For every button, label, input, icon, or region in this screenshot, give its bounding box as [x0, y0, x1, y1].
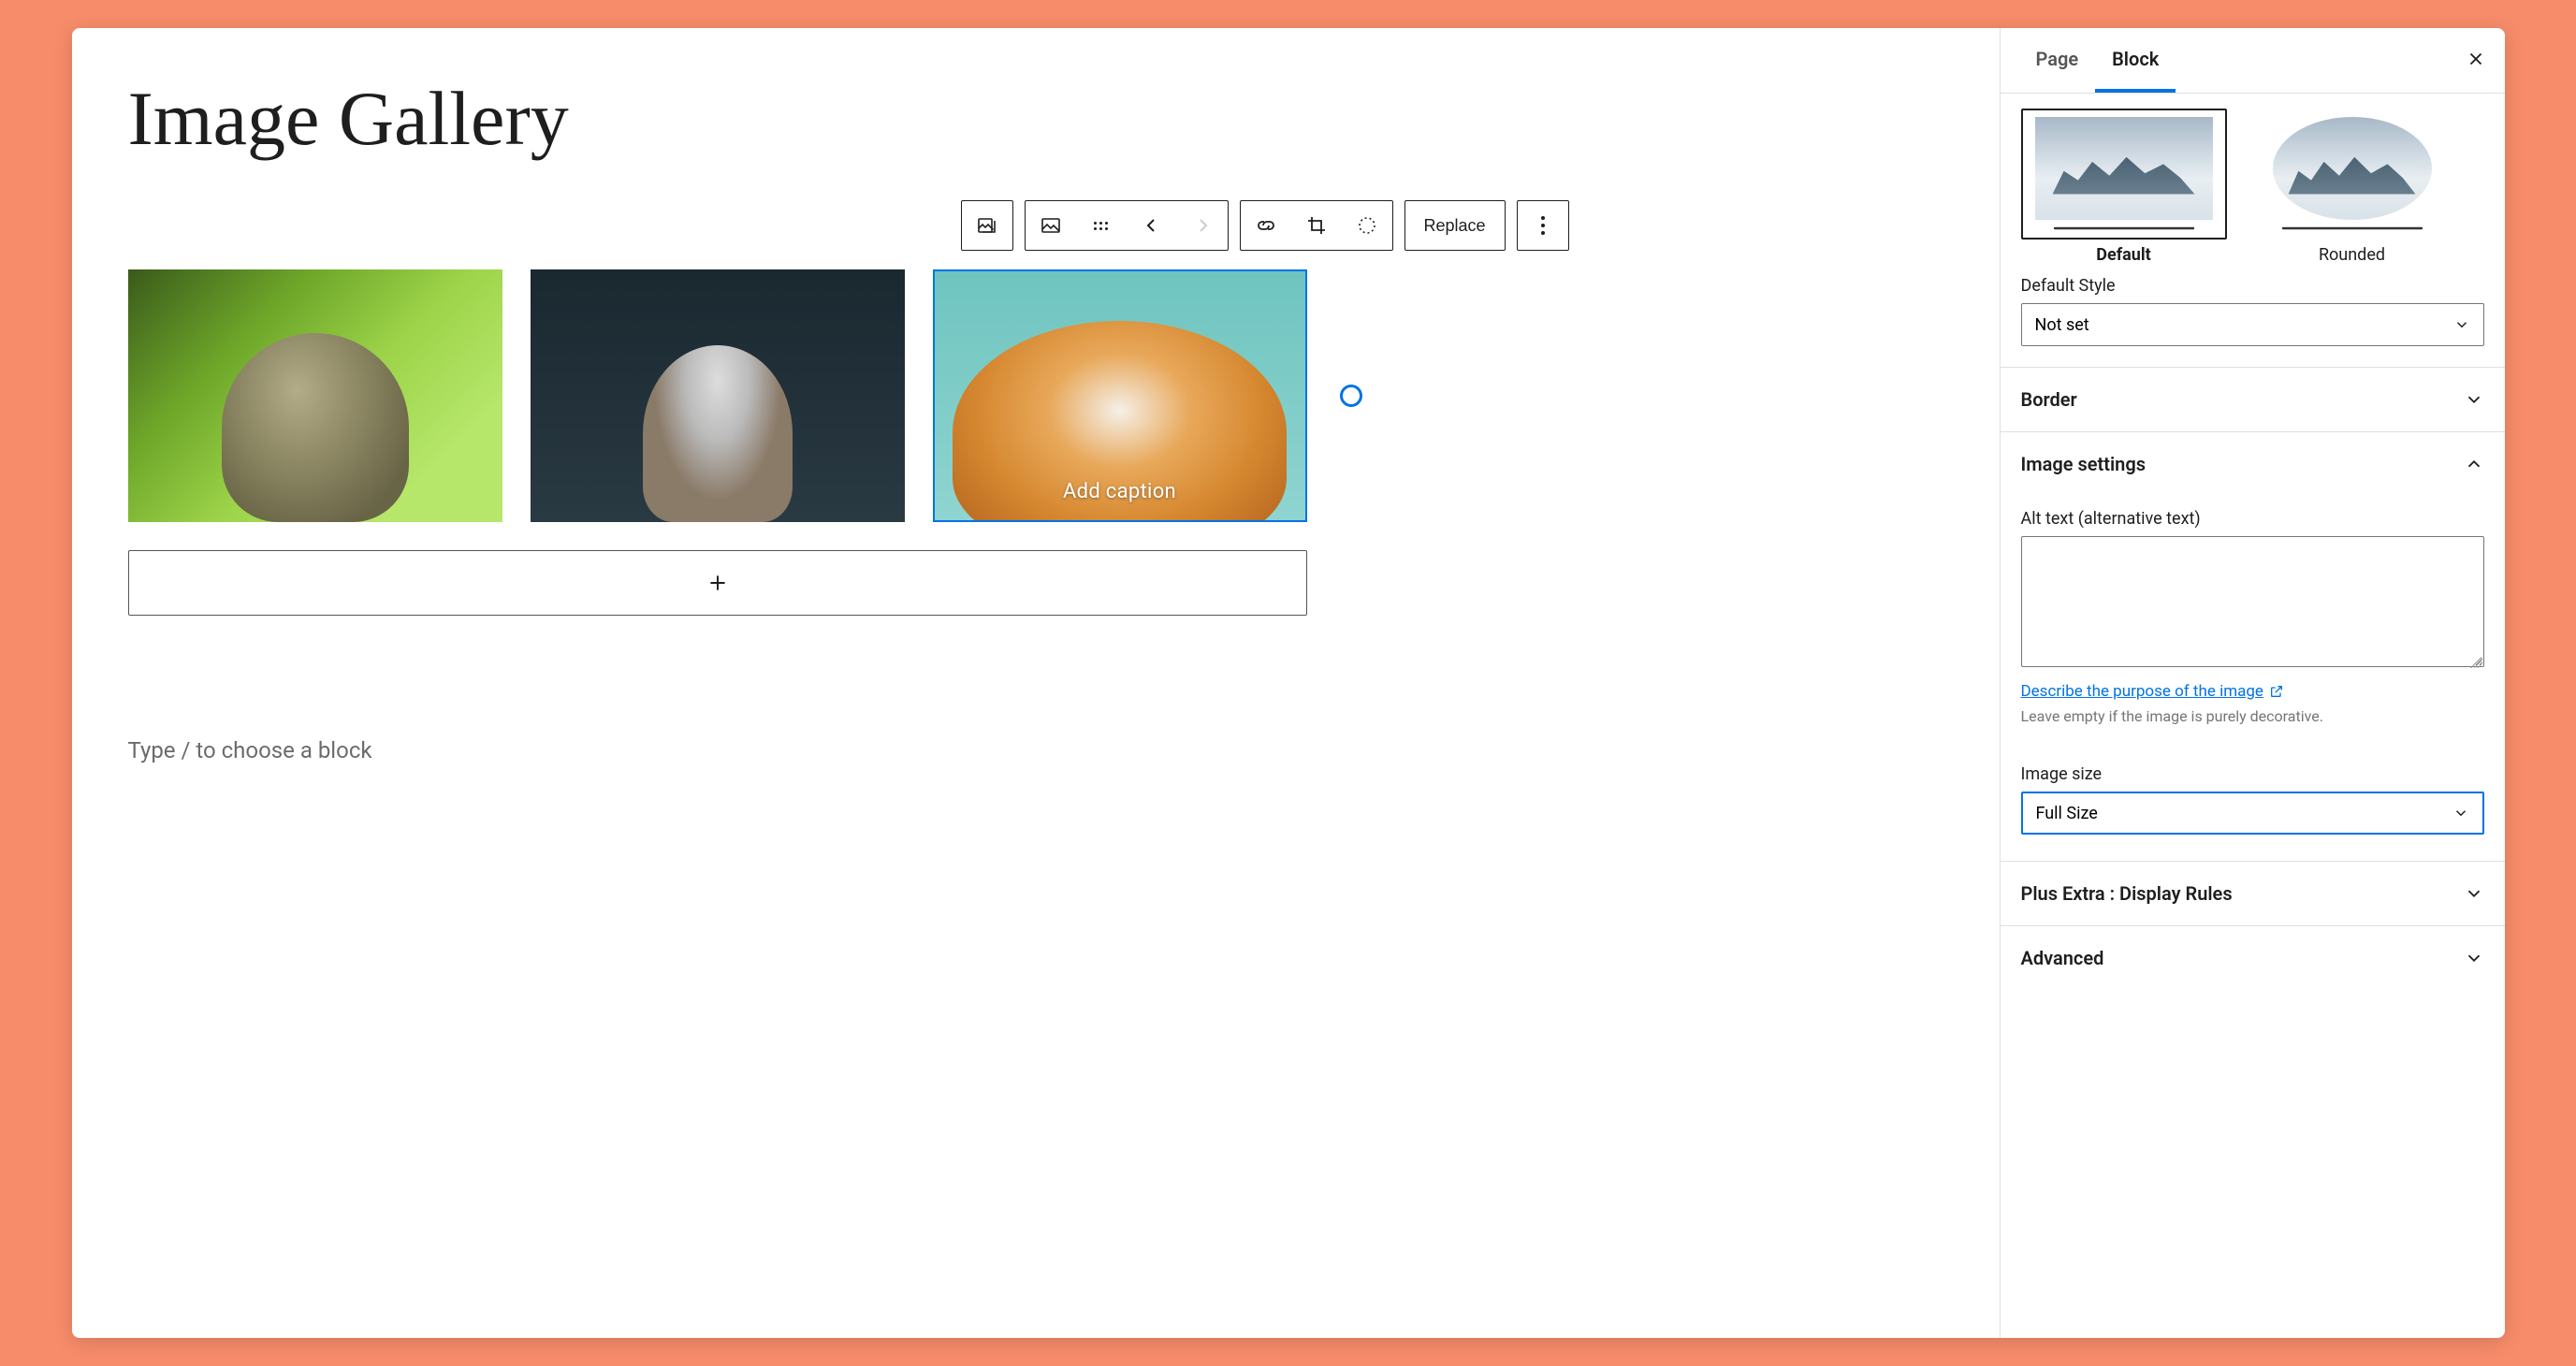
block-inserter-prompt[interactable]: Type / to choose a block — [128, 737, 1943, 763]
chevron-down-icon — [2464, 883, 2484, 904]
tab-block[interactable]: Block — [2095, 28, 2176, 93]
image-size-label: Image size — [2021, 764, 2484, 784]
plus-icon — [706, 571, 730, 595]
block-toolbar: Replace — [961, 200, 1943, 251]
drag-dots-icon — [1094, 222, 1108, 230]
link-button[interactable] — [1241, 201, 1291, 250]
toolbar-group-block — [961, 200, 1013, 251]
image-icon — [1040, 214, 1062, 237]
move-left-button[interactable] — [1127, 201, 1177, 250]
section-plus-extra-label: Plus Extra : Display Rules — [2021, 882, 2233, 905]
close-icon — [2466, 49, 2486, 69]
default-style-select[interactable]: Not set — [2021, 303, 2484, 346]
gallery-icon — [976, 214, 998, 237]
style-label-rounded: Rounded — [2249, 245, 2455, 265]
chevron-down-icon — [2464, 948, 2484, 968]
style-rounded[interactable]: Rounded — [2249, 109, 2455, 265]
image-placeholder — [222, 333, 409, 523]
chevron-left-icon — [1141, 214, 1163, 237]
chevron-down-icon — [2452, 805, 2469, 821]
toolbar-group-more — [1517, 200, 1569, 251]
move-right-button[interactable] — [1177, 201, 1228, 250]
gallery-image-2[interactable] — [531, 269, 905, 522]
caption-input[interactable]: Add caption — [935, 480, 1305, 503]
section-image-settings[interactable]: Image settings — [2001, 432, 2505, 496]
chevron-up-icon — [2464, 454, 2484, 474]
crop-button[interactable] — [1291, 201, 1342, 250]
image-size-select[interactable]: Full Size — [2021, 792, 2484, 835]
alt-text-helper: Leave empty if the image is purely decor… — [2021, 706, 2484, 727]
gallery-image-3-selected[interactable]: Add caption — [933, 269, 1307, 522]
styles-panel: Default Rounded Default Style Not set — [2001, 94, 2505, 368]
gallery-row: Add caption — [128, 269, 1943, 522]
image-placeholder — [643, 345, 793, 522]
editor-canvas[interactable]: Image Gallery — [72, 28, 2000, 1338]
crop-icon — [1305, 214, 1328, 237]
default-style-value: Not set — [2035, 315, 2089, 335]
page-title[interactable]: Image Gallery — [128, 75, 1943, 163]
style-options: Default Rounded — [2021, 105, 2484, 276]
section-border[interactable]: Border — [2001, 368, 2505, 432]
link-icon — [1255, 214, 1277, 237]
style-label-default: Default — [2021, 245, 2227, 265]
chevron-right-icon — [1191, 214, 1214, 237]
image-block-icon-button[interactable] — [1026, 201, 1076, 250]
chevron-down-icon — [2453, 316, 2470, 333]
section-plus-extra[interactable]: Plus Extra : Display Rules — [2001, 862, 2505, 926]
describe-image-link[interactable]: Describe the purpose of the image — [2021, 682, 2284, 701]
toolbar-group-replace: Replace — [1404, 200, 1506, 251]
alt-text-input[interactable] — [2021, 536, 2484, 667]
section-advanced[interactable]: Advanced — [2001, 926, 2505, 990]
add-image-button[interactable] — [128, 550, 1307, 616]
gallery-block-icon-button[interactable] — [962, 201, 1012, 250]
tab-page[interactable]: Page — [2019, 28, 2096, 93]
chevron-down-icon — [2464, 389, 2484, 410]
duotone-button[interactable] — [1342, 201, 1392, 250]
resize-handle[interactable] — [1340, 385, 1362, 407]
settings-sidebar: Page Block Default — [2000, 28, 2505, 1338]
gallery-image-1[interactable] — [128, 269, 502, 522]
default-style-label: Default Style — [2021, 276, 2484, 296]
style-default[interactable]: Default — [2021, 109, 2227, 265]
style-preview-default — [2021, 109, 2227, 240]
toolbar-group-actions — [1240, 200, 1393, 251]
external-link-icon — [2269, 684, 2284, 699]
sidebar-tabs: Page Block — [2001, 28, 2505, 94]
kebab-icon — [1541, 216, 1545, 235]
describe-link-text: Describe the purpose of the image — [2021, 682, 2263, 701]
image-size-value: Full Size — [2036, 804, 2098, 823]
section-border-label: Border — [2021, 388, 2077, 411]
editor-window: Image Gallery — [72, 28, 2505, 1338]
dashed-circle-icon — [1356, 214, 1378, 237]
more-options-button[interactable] — [1518, 201, 1568, 250]
drag-handle[interactable] — [1076, 201, 1127, 250]
section-image-settings-label: Image settings — [2021, 453, 2147, 475]
image-settings-body: Alt text (alternative text) Describe the… — [2001, 496, 2505, 862]
style-preview-rounded — [2249, 109, 2455, 240]
section-advanced-label: Advanced — [2021, 947, 2104, 969]
close-sidebar-button[interactable] — [2466, 49, 2486, 72]
replace-button[interactable]: Replace — [1405, 201, 1505, 250]
toolbar-group-nav — [1025, 200, 1229, 251]
alt-text-label: Alt text (alternative text) — [2021, 509, 2484, 529]
